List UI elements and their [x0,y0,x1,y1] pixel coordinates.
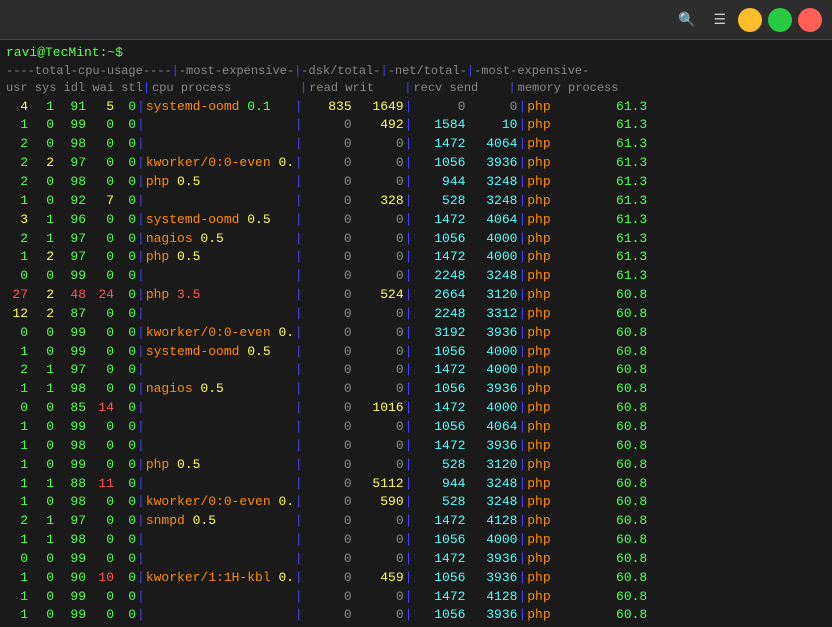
maximize-button[interactable] [768,8,792,32]
table-row: 1 0 99 0 0| |0 0|1056 3936|php60.8 [6,606,826,625]
table-row: 1 0 99 0 0| |0 492|1584 10|php61.3 [6,116,826,135]
header-row-1: ----total-cpu-usage---- |-most-expensive… [6,63,826,80]
search-button[interactable]: 🔍 [672,9,701,30]
table-row: 1 0 99 0 0|systemd-oomd 0.5|0 0|1056 400… [6,343,826,362]
split-button[interactable] [30,18,42,22]
titlebar: 🔍 ☰ [0,0,832,40]
minimize-button[interactable] [738,8,762,32]
dool-rows: 4 1 91 5 0|systemd-oomd 0.1|835 1649|0 0… [6,98,826,626]
table-row: 1 0 98 0 0|kworker/0:0-even 0.5|0 590|52… [6,493,826,512]
header-row-2: usr sys idl wai stl | cpu process | read… [6,80,826,97]
table-row: 2 0 98 0 0|php 0.5|0 0|944 3248|php61.3 [6,173,826,192]
prompt-user-2: ravi@TecMint:~$ [6,44,123,63]
table-row: 1 1 88 11 0| |0 5112|944 3248|php60.8 [6,475,826,494]
menu-button[interactable]: ☰ [707,9,732,30]
terminal: ravi@TecMint:~$ ----total-cpu-usage---- … [0,40,832,627]
table-row: 4 1 91 5 0|systemd-oomd 0.1|835 1649|0 0… [6,98,826,117]
table-row: 1 0 99 0 0|php 0.5|0 0|528 3120|php60.8 [6,456,826,475]
table-row: 2 2 97 0 0|kworker/0:0-even 0.5|0 0|1056… [6,154,826,173]
table-row: 3 1 96 0 0|systemd-oomd 0.5|0 0|1472 406… [6,211,826,230]
table-row: 2 1 97 0 0| |0 0|1472 4000|php60.8 [6,361,826,380]
table-row: 1 0 99 0 0| |0 0|1056 4064|php60.8 [6,418,826,437]
table-row: 1 1 98 0 0|nagios 0.5|0 0|1056 3936|php6… [6,380,826,399]
table-row: 12 2 87 0 0| |0 0|2248 3312|php60.8 [6,305,826,324]
table-row: 2 1 97 0 0|snmpd 0.5|0 0|1472 4128|php60… [6,512,826,531]
table-row: 1 0 98 0 0| |0 0|1472 3936|php60.8 [6,437,826,456]
table-row: 0 0 99 0 0| |0 0|2248 3248|php61.3 [6,267,826,286]
table-row: 1 2 97 0 0|php 0.5|0 0|1472 4000|php61.3 [6,248,826,267]
table-row: 1 1 98 0 0| |0 0|1056 4000|php60.8 [6,531,826,550]
table-row: 27 2 48 24 0|php 3.5|0 524|2664 3120|php… [6,286,826,305]
close-button[interactable] [798,8,822,32]
titlebar-left [10,18,62,22]
table-row: 0 0 99 0 0| |0 0|1472 3936|php60.8 [6,550,826,569]
table-row: 2 0 98 0 0| |0 0|1472 4064|php61.3 [6,135,826,154]
titlebar-controls: 🔍 ☰ [672,8,822,32]
table-row: 0 0 85 14 0| |0 1016|1472 4000|php60.8 [6,399,826,418]
table-row: 2 1 97 0 0|nagios 0.5|0 0|1056 4000|php6… [6,230,826,249]
table-row: 1 0 92 7 0| |0 328|528 3248|php61.3 [6,192,826,211]
add-tab-button[interactable] [10,18,22,22]
table-row: 1 0 90 10 0|kworker/1:1H-kbl 0.5|0 459|1… [6,569,826,588]
command-line: ravi@TecMint:~$ [6,44,826,63]
extra-button[interactable] [50,18,62,22]
table-row: 0 0 99 0 0|kworker/0:0-even 0.5|0 0|3192… [6,324,826,343]
table-row: 1 0 99 0 0| |0 0|1472 4128|php60.8 [6,588,826,607]
